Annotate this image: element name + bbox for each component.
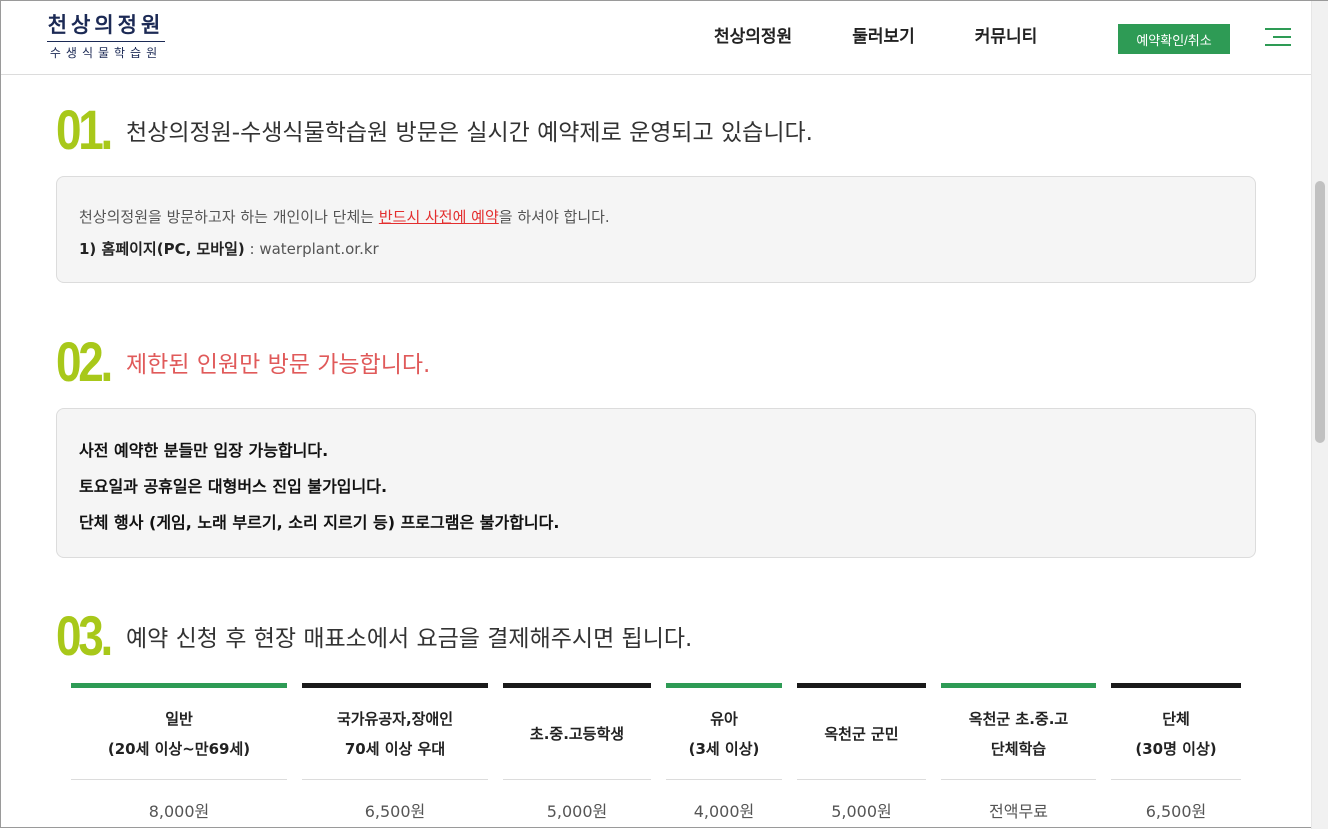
section-2-heading: 02. 제한된 인원만 방문 가능합니다. [56,330,431,393]
price-column-veterans-disabled: 국가유공자,장애인 70세 이상 우대 6,500원 [302,683,488,822]
site-logo[interactable]: 천상의정원 수생식물학습원 [47,12,165,60]
logo-sub-text: 수생식물학습원 [49,46,163,60]
price-label: 옥천군 군민 [797,688,926,780]
info-line-2: 1) 홈페이지(PC, 모바일) : waterplant.or.kr [79,240,379,258]
main-nav: 천상의정원 둘러보기 커뮤니티 [714,26,1097,48]
price-value: 4,000원 [693,802,755,821]
price-label: 일반 (20세 이상~만69세) [71,688,287,780]
rule-line: 사전 예약한 분들만 입장 가능합니다. [79,441,329,460]
price-value: 전액무료 [989,802,1048,821]
section-2-number: 02. [56,330,113,393]
price-label: 초.중.고등학생 [503,688,651,780]
logo-divider [47,41,165,42]
nav-item-garden[interactable]: 천상의정원 [714,26,792,48]
reservation-check-button[interactable]: 예약확인/취소 [1118,24,1230,54]
price-column-okcheon-school-group: 옥천군 초.중.고 단체학습 전액무료 [941,683,1096,822]
price-column-group: 단체 (30명 이상) 6,500원 [1111,683,1241,822]
price-label: 유아 (3세 이상) [666,688,782,780]
price-column-students: 초.중.고등학생 5,000원 [503,683,651,822]
nav-item-community[interactable]: 커뮤니티 [975,26,1038,48]
section-1-title: 천상의정원-수생식물학습원 방문은 실시간 예약제로 운영되고 있습니다. [126,120,813,146]
rule-line: 토요일과 공휴일은 대형버스 진입 불가입니다. [79,477,388,496]
section-2-title: 제한된 인원만 방문 가능합니다. [126,352,431,378]
section-3-number: 03. [56,604,113,667]
site-header: 천상의정원 수생식물학습원 천상의정원 둘러보기 커뮤니티 예약확인/취소 [1,1,1311,75]
price-value: 6,500원 [1145,802,1207,821]
price-label: 단체 (30명 이상) [1111,688,1241,780]
price-value: 5,000원 [831,802,892,821]
price-label: 옥천군 초.중.고 단체학습 [941,688,1096,780]
highlight-advance-reservation: 반드시 사전에 예약 [378,208,499,226]
rule-line: 단체 행사 (게임, 노래 부르기, 소리 지르기 등) 프로그램은 불가합니다… [79,513,560,532]
section-2-rules-box: 사전 예약한 분들만 입장 가능합니다. 토요일과 공휴일은 대형버스 진입 불… [56,408,1256,558]
section-1-info-box: 천상의정원을 방문하고자 하는 개인이나 단체는 반드시 사전에 예약을 하셔야… [56,176,1256,283]
price-value: 8,000원 [148,802,210,821]
price-column-general: 일반 (20세 이상~만69세) 8,000원 [71,683,287,822]
section-3-heading: 03. 예약 신청 후 현장 매표소에서 요금을 결제해주시면 됩니다. [56,604,693,667]
page-scrollbar[interactable] [1311,1,1328,829]
price-label: 국가유공자,장애인 70세 이상 우대 [302,688,488,780]
scrollbar-thumb[interactable] [1315,181,1325,443]
section-1-number: 01. [56,98,113,161]
price-column-okcheon-resident: 옥천군 군민 5,000원 [797,683,926,822]
hamburger-menu-icon[interactable] [1265,28,1291,46]
price-column-toddler: 유아 (3세 이상) 4,000원 [666,683,782,822]
price-value: 5,000원 [546,802,608,821]
nav-item-tour[interactable]: 둘러보기 [852,26,915,48]
info-line-1: 천상의정원을 방문하고자 하는 개인이나 단체는 반드시 사전에 예약을 하셔야… [79,208,610,226]
section-1-heading: 01. 천상의정원-수생식물학습원 방문은 실시간 예약제로 운영되고 있습니다… [56,98,813,161]
price-value: 6,500원 [364,802,426,821]
section-3-title: 예약 신청 후 현장 매표소에서 요금을 결제해주시면 됩니다. [126,626,693,652]
logo-main-text: 천상의정원 [47,12,165,37]
